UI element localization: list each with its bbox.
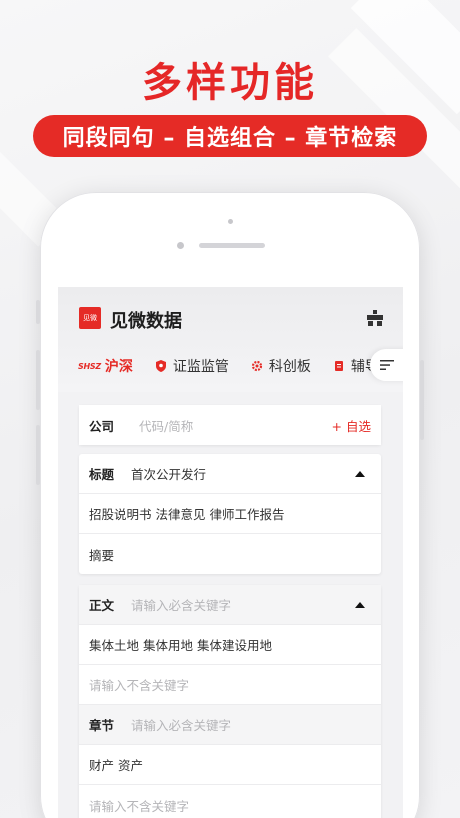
document-icon <box>333 360 345 372</box>
app-logo: 见微 <box>79 307 101 329</box>
chapter-exclude-input[interactable]: 请输入不含关键字 <box>89 796 189 815</box>
phone-mute-switch <box>36 300 40 324</box>
title-option-text: 摘要 <box>89 547 115 563</box>
earpiece-speaker <box>199 243 265 248</box>
tab-label: 科创板 <box>268 359 311 375</box>
company-search-input[interactable]: 代码/简称 <box>139 416 193 435</box>
chapter-include-value-row[interactable]: 财产 资产 <box>79 745 381 785</box>
add-favorite-button[interactable]: + 自选 <box>332 416 371 435</box>
body-include-value: 集体土地 集体用地 集体建设用地 <box>89 638 272 653</box>
shsz-icon: SHSZ <box>78 361 101 371</box>
title-label: 标题 <box>89 467 115 482</box>
app-header: 见微 见微数据 SHSZ 沪深 证监监管 科创板 辅导 <box>58 287 403 392</box>
body-row: 正文 请输入必含关键字 <box>79 585 381 625</box>
plugin-icon[interactable] <box>366 309 384 327</box>
phone-power-button <box>420 360 424 440</box>
body-include-input[interactable]: 请输入必含关键字 <box>131 595 231 614</box>
title-option-text: 招股说明书 法律意见 律师工作报告 <box>89 507 285 522</box>
title-option[interactable]: 摘要 <box>79 534 381 574</box>
collapse-caret-icon[interactable] <box>355 470 365 477</box>
body-include-value-row[interactable]: 集体土地 集体用地 集体建设用地 <box>79 625 381 665</box>
shield-icon <box>155 360 167 372</box>
title-row[interactable]: 标题 首次公开发行 <box>79 454 381 494</box>
chapter-exclude-row[interactable]: 请输入不含关键字 <box>79 785 381 818</box>
tab-star-market[interactable]: 科创板 <box>251 356 311 376</box>
promo-headline: 多样功能 <box>142 60 318 106</box>
body-exclude-input[interactable]: 请输入不含关键字 <box>89 675 189 694</box>
phone-volume-up <box>36 350 40 410</box>
title-card: 标题 首次公开发行 招股说明书 法律意见 律师工作报告 摘要 <box>79 454 381 574</box>
chapter-include-value: 财产 资产 <box>89 758 143 773</box>
fulltext-card: 正文 请输入必含关键字 集体土地 集体用地 集体建设用地 请输入不含关键字 章节… <box>79 585 381 818</box>
menu-icon <box>380 360 394 370</box>
chapter-row: 章节 请输入必含关键字 <box>79 705 381 745</box>
phone-volume-down <box>36 425 40 485</box>
proximity-sensor <box>177 242 184 249</box>
tab-csrc[interactable]: 证监监管 <box>155 356 229 376</box>
chapter-include-input[interactable]: 请输入必含关键字 <box>131 715 231 734</box>
front-camera <box>228 219 233 224</box>
gear-icon <box>251 360 263 372</box>
title-value: 首次公开发行 <box>131 467 207 482</box>
chapter-label: 章节 <box>89 718 115 733</box>
company-row: 公司 代码/简称 + 自选 <box>79 405 381 445</box>
company-card: 公司 代码/简称 + 自选 <box>79 405 381 445</box>
title-option[interactable]: 招股说明书 法律意见 律师工作报告 <box>79 494 381 534</box>
tab-label: 证监监管 <box>172 359 229 375</box>
tab-bar: SHSZ 沪深 证监监管 科创板 辅导 <box>78 353 403 379</box>
collapse-caret-icon[interactable] <box>355 601 365 608</box>
tab-label: 沪深 <box>104 359 133 375</box>
app-screen: 见微 见微数据 SHSZ 沪深 证监监管 科创板 辅导 公司 代码/简称 + 自… <box>58 287 403 818</box>
company-label: 公司 <box>89 418 115 434</box>
tab-menu-button[interactable] <box>370 349 403 381</box>
promo-banner: 同段同句 – 自选组合 – 章节检索 <box>33 115 427 157</box>
tab-hushen[interactable]: SHSZ 沪深 <box>78 356 133 376</box>
body-exclude-row[interactable]: 请输入不含关键字 <box>79 665 381 705</box>
app-title: 见微数据 <box>110 311 182 332</box>
body-label: 正文 <box>89 598 115 613</box>
